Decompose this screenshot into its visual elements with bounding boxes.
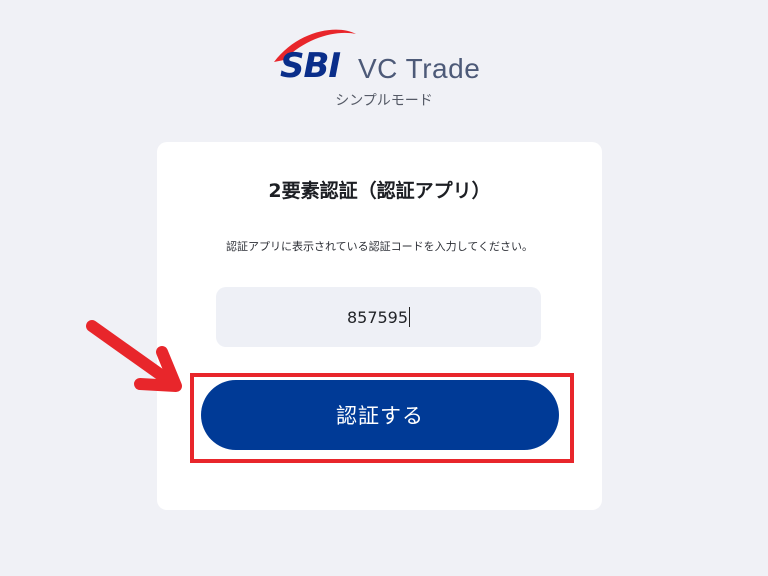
logo-brand: SBI xyxy=(280,46,341,86)
logo-product: VC Trade xyxy=(358,53,481,84)
instruction-text: 認証アプリに表示されている認証コードを入力してください。 xyxy=(225,240,533,253)
page: SBI VC Trade シンプルモード 2要素認証（認証アプリ） 認証アプリに… xyxy=(0,0,768,576)
mode-label: シンプルモード xyxy=(335,93,433,109)
auth-code-input[interactable]: 857595 xyxy=(216,287,541,347)
sbi-vc-trade-logo: SBI VC Trade xyxy=(268,22,498,86)
authenticate-button[interactable]: 認証する xyxy=(201,380,559,450)
page-title: 2要素認証（認証アプリ） xyxy=(268,180,491,202)
text-caret xyxy=(409,307,411,327)
arrow-right-icon xyxy=(86,320,182,392)
auth-code-value: 857595 xyxy=(346,308,409,327)
auth-code-value-wrap: 857595 xyxy=(216,307,541,327)
